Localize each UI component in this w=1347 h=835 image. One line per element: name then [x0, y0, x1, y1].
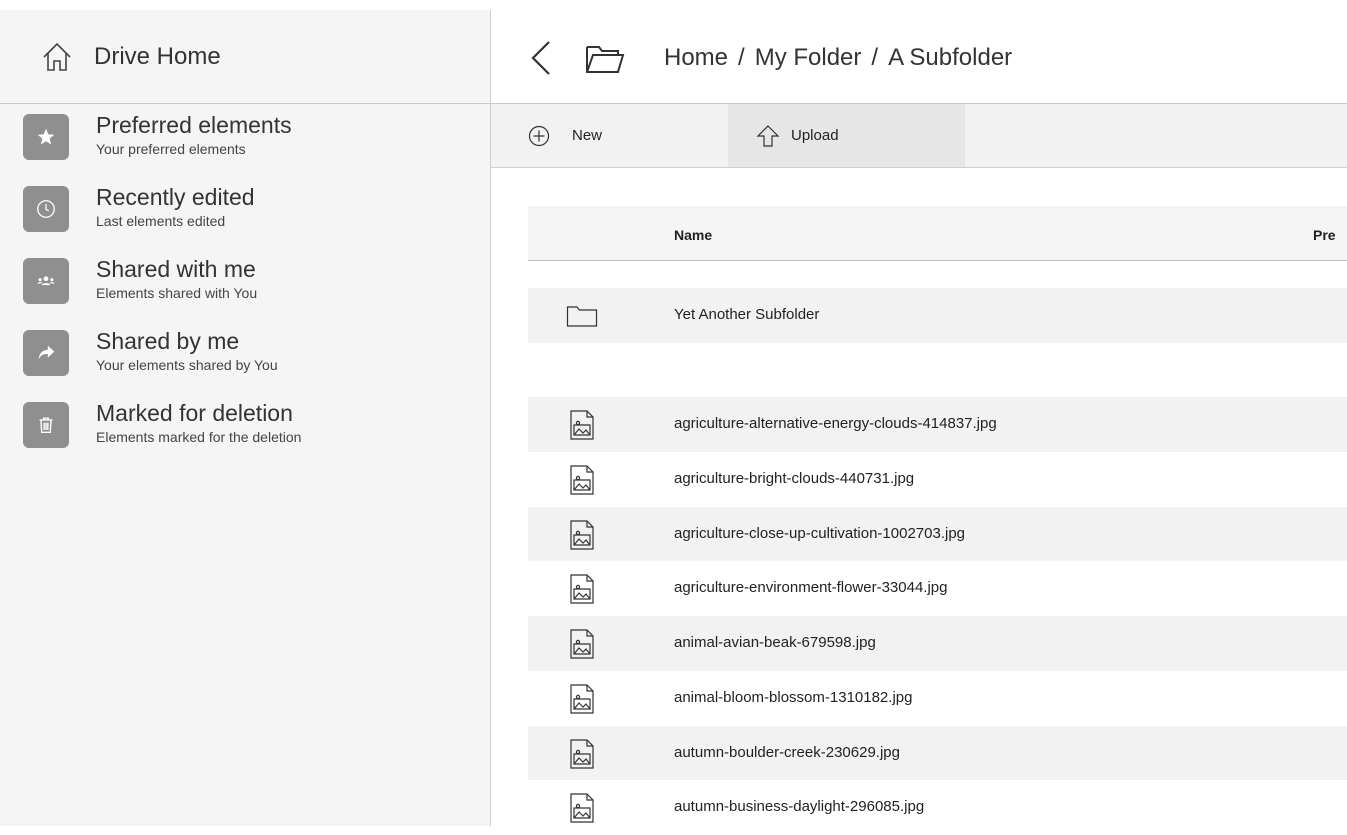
upload-button[interactable]: Upload	[728, 104, 965, 167]
sidebar-item-recent[interactable]: Recently edited Last elements edited	[0, 184, 490, 258]
file-name: autumn-boulder-creek-230629.jpg	[674, 743, 900, 761]
column-header-preferred[interactable]: Pre	[1313, 227, 1336, 243]
image-file-icon	[570, 793, 594, 823]
sidebar-item-title: Recently edited	[96, 184, 255, 210]
sidebar-item-title: Shared by me	[96, 328, 240, 354]
new-button-label: New	[572, 127, 603, 144]
sidebar-item-subtitle: Your preferred elements	[96, 141, 246, 157]
breadcrumb-separator: /	[871, 44, 879, 71]
image-file-icon	[570, 465, 594, 495]
table-row-folder[interactable]: Yet Another Subfolder	[528, 288, 1347, 343]
upload-button-label: Upload	[791, 127, 839, 144]
image-file-icon	[570, 410, 594, 440]
sidebar-item-title: Shared with me	[96, 256, 256, 282]
breadcrumb: Home / My Folder / A Subfolder	[664, 44, 1012, 72]
image-file-icon	[570, 574, 594, 605]
table-row-empty	[528, 342, 1347, 398]
upload-arrow-icon	[756, 124, 780, 147]
folder-icon	[566, 306, 598, 327]
new-button[interactable]: New	[491, 104, 728, 167]
table-row[interactable]: autumn-boulder-creek-230629.jpg	[528, 725, 1347, 781]
image-file-icon	[570, 629, 594, 659]
file-name: autumn-business-daylight-296085.jpg	[674, 798, 925, 816]
star-icon	[23, 114, 69, 160]
sidebar-item-preferred[interactable]: Preferred elements Your preferred elemen…	[0, 112, 490, 186]
image-file-icon	[570, 738, 594, 769]
table-row[interactable]: animal-avian-beak-679598.jpg	[528, 616, 1347, 671]
toolbar: New Upload	[491, 104, 1347, 168]
file-name: animal-avian-beak-679598.jpg	[674, 634, 876, 652]
file-name: agriculture-environment-flower-33044.jpg	[674, 579, 948, 597]
trash-icon	[23, 402, 69, 448]
image-file-icon	[570, 520, 594, 550]
table-spacer	[528, 261, 1347, 288]
main-header: Home / My Folder / A Subfolder	[491, 10, 1347, 104]
breadcrumb-home[interactable]: Home	[664, 44, 728, 71]
image-file-icon	[570, 684, 594, 714]
table-row[interactable]: autumn-business-daylight-296085.jpg	[528, 780, 1347, 835]
sidebar-item-subtitle: Elements marked for the deletion	[96, 429, 302, 445]
users-icon	[23, 258, 69, 304]
column-header-name[interactable]: Name	[674, 227, 712, 243]
clock-icon	[23, 186, 69, 232]
back-chevron-icon[interactable]	[529, 40, 553, 76]
table-row[interactable]: agriculture-bright-clouds-440731.jpg	[528, 452, 1347, 507]
sidebar-item-subtitle: Your elements shared by You	[96, 357, 278, 373]
folder-open-icon	[586, 46, 625, 73]
sidebar-item-shared-by-me[interactable]: Shared by me Your elements shared by You	[0, 328, 490, 402]
sidebar-item-subtitle: Last elements edited	[96, 213, 226, 229]
drive-home-label: Drive Home	[94, 42, 221, 70]
sidebar-item-title: Preferred elements	[96, 112, 292, 138]
sidebar-nav: Preferred elements Your preferred elemen…	[0, 112, 490, 474]
sidebar-item-shared-with-me[interactable]: Shared with me Elements shared with You	[0, 256, 490, 330]
file-name: animal-bloom-blossom-1310182.jpg	[674, 688, 913, 706]
sidebar: Drive Home Preferred elements Your prefe…	[0, 10, 490, 826]
home-icon	[43, 42, 71, 71]
file-name: Yet Another Subfolder	[674, 306, 820, 323]
breadcrumb-current: A Subfolder	[888, 44, 1013, 71]
file-name: agriculture-close-up-cultivation-1002703…	[674, 524, 965, 542]
sidebar-item-subtitle: Elements shared with You	[96, 285, 258, 301]
file-table: Name Pre Yet Another Subfolder agricultu…	[528, 206, 1347, 835]
table-row[interactable]: agriculture-close-up-cultivation-1002703…	[528, 506, 1347, 562]
breadcrumb-separator: /	[738, 44, 745, 71]
table-row[interactable]: agriculture-alternative-energy-clouds-41…	[528, 397, 1347, 453]
breadcrumb-my-folder[interactable]: My Folder	[755, 44, 862, 71]
sidebar-item-deletion[interactable]: Marked for deletion Elements marked for …	[0, 400, 490, 474]
share-icon	[23, 330, 69, 376]
file-name: agriculture-alternative-energy-clouds-41…	[674, 415, 997, 433]
table-row[interactable]: animal-bloom-blossom-1310182.jpg	[528, 670, 1347, 726]
plus-circle-icon	[528, 125, 550, 146]
table-row[interactable]: agriculture-environment-flower-33044.jpg	[528, 561, 1347, 617]
drive-home-link[interactable]: Drive Home	[0, 10, 490, 104]
file-name: agriculture-bright-clouds-440731.jpg	[674, 470, 915, 488]
sidebar-item-title: Marked for deletion	[96, 400, 293, 426]
table-header: Name Pre	[528, 206, 1347, 261]
